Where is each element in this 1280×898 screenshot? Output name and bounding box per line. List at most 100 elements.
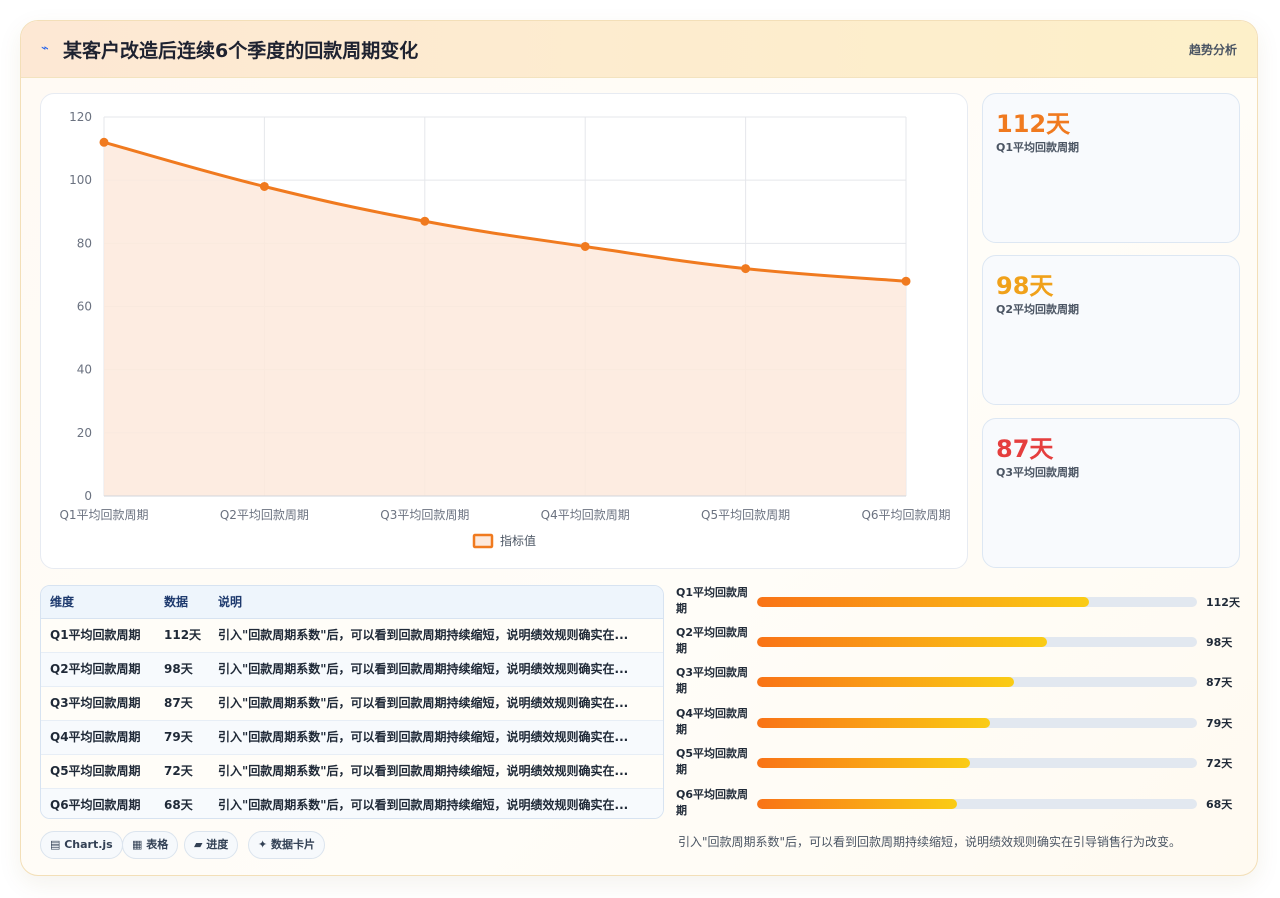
stat-card-q1: 112天 Q1平均回款周期: [982, 93, 1240, 243]
dimension-cell: Q6平均回款周期: [50, 798, 141, 812]
legend-label: 指标值: [500, 533, 536, 548]
progress-fill: [757, 799, 958, 809]
table-row[interactable]: Q1平均回款周期 112天 引入"回款周期系数"后，可以看到回款周期持续缩短，说…: [41, 619, 663, 653]
y-tick-label: 120: [69, 110, 92, 124]
y-tick-label: 0: [84, 489, 92, 503]
progress-row: Q6平均回款周期 68天: [676, 787, 1246, 823]
progress-track: [757, 799, 1197, 809]
table-row[interactable]: Q4平均回款周期 79天 引入"回款周期系数"后，可以看到回款周期持续缩短，说明…: [41, 721, 663, 755]
x-tick-label: Q2平均回款周期: [220, 508, 309, 522]
dashboard-card: ⌁ 某客户改造后连续6个季度的回款周期变化 趋势分析 0 20 40 60 80 100 1…: [20, 20, 1258, 876]
y-tick-label: 80: [77, 236, 92, 250]
column-header[interactable]: 维度: [50, 586, 160, 618]
dimension-cell: Q3平均回款周期: [50, 696, 141, 710]
progress-track: [757, 677, 1197, 687]
progress-fill: [757, 677, 1015, 687]
progress-track: [757, 597, 1197, 607]
header: ⌁ 某客户改造后连续6个季度的回款周期变化 趋势分析: [21, 21, 1257, 78]
data-table: 维度 数据 说明 Q1平均回款周期 112天 引入"回款周期系数"后，可以看到回…: [40, 585, 664, 819]
progress-row: Q1平均回款周期 112天: [676, 585, 1246, 621]
dimension-cell: Q1平均回款周期: [50, 628, 141, 642]
chip-data-card[interactable]: ✦ 数据卡片: [248, 831, 326, 859]
table-row[interactable]: Q5平均回款周期 72天 引入"回款周期系数"后，可以看到回款周期持续缩短，说明…: [41, 755, 663, 789]
chip-table[interactable]: ▦ 表格: [122, 831, 179, 859]
description-cell: 引入"回款周期系数"后，可以看到回款周期持续缩短，说明绩效规则确实在...: [218, 798, 629, 812]
chip-chartjs[interactable]: ▤ Chart.js: [40, 831, 123, 859]
legend-swatch: [472, 533, 494, 549]
column-header[interactable]: 说明: [218, 586, 648, 618]
stat-value: 87天: [996, 435, 1054, 463]
value-cell: 79天: [164, 730, 193, 744]
dimension-cell: Q5平均回款周期: [50, 764, 141, 778]
x-tick-label: Q3平均回款周期: [380, 508, 469, 522]
column-header[interactable]: 数据: [164, 586, 214, 618]
value-cell: 98天: [164, 662, 193, 676]
progress-bars: Q1平均回款周期 112天 Q2平均回款周期 98天 Q3平均回款周期 87天 …: [676, 585, 1246, 825]
progress-value: 112天: [1206, 596, 1240, 609]
stat-label: Q2平均回款周期: [996, 303, 1080, 316]
progress-fill: [757, 597, 1090, 607]
description-cell: 引入"回款周期系数"后，可以看到回款周期持续缩短，说明绩效规则确实在...: [218, 628, 629, 642]
stat-label: Q1平均回款周期: [996, 141, 1080, 154]
dimension-cell: Q2平均回款周期: [50, 662, 141, 676]
progress-row: Q3平均回款周期 87天: [676, 665, 1246, 701]
progress-value: 72天: [1206, 757, 1233, 770]
value-cell: 68天: [164, 798, 193, 812]
value-cell: 72天: [164, 764, 193, 778]
data-point: [99, 137, 109, 147]
line-chart: 0 20 40 60 80 100 120 Q1平均回款周期 Q2平均回款周期 Q3平均回款周期 Q…: [59, 110, 951, 549]
x-tick-label: Q6平均回款周期: [861, 508, 950, 522]
description-cell: 引入"回款周期系数"后，可以看到回款周期持续缩短，说明绩效规则确实在...: [218, 764, 629, 778]
y-tick-label: 40: [77, 363, 92, 377]
series-area: [104, 142, 906, 496]
description-cell: 引入"回款周期系数"后，可以看到回款周期持续缩短，说明绩效规则确实在...: [218, 696, 629, 710]
table-header: 维度 数据 说明: [41, 586, 663, 619]
data-point: [259, 181, 269, 191]
analysis-tag[interactable]: 趋势分析: [1189, 41, 1237, 58]
progress-label: Q2平均回款周期: [676, 626, 749, 655]
stat-card-q3: 87天 Q3平均回款周期: [982, 418, 1240, 568]
progress-value: 87天: [1206, 676, 1233, 689]
data-point: [580, 241, 590, 251]
progress-label: Q4平均回款周期: [676, 707, 749, 736]
progress-row: Q5平均回款周期 72天: [676, 746, 1246, 782]
table-row[interactable]: Q2平均回款周期 98天 引入"回款周期系数"后，可以看到回款周期持续缩短，说明…: [41, 653, 663, 687]
chart-icon: ⌁: [41, 41, 49, 56]
data-point: [901, 276, 911, 286]
x-tick-label: Q5平均回款周期: [701, 508, 790, 522]
progress-row: Q4平均回款周期 79天: [676, 706, 1246, 742]
data-point: [741, 264, 751, 274]
description-cell: 引入"回款周期系数"后，可以看到回款周期持续缩短，说明绩效规则确实在...: [218, 730, 629, 744]
progress-label: Q6平均回款周期: [676, 788, 749, 817]
description-cell: 引入"回款周期系数"后，可以看到回款周期持续缩短，说明绩效规则确实在...: [218, 662, 629, 676]
progress-fill: [757, 758, 971, 768]
stat-label: Q3平均回款周期: [996, 466, 1080, 479]
progress-track: [757, 718, 1197, 728]
progress-label: Q1平均回款周期: [676, 586, 749, 615]
stat-card-q2: 98天 Q2平均回款周期: [982, 255, 1240, 405]
stat-value: 98天: [996, 272, 1054, 300]
progress-value: 68天: [1206, 798, 1233, 811]
y-tick-label: 60: [77, 300, 92, 314]
dimension-cell: Q4平均回款周期: [50, 730, 141, 744]
progress-value: 98天: [1206, 636, 1233, 649]
x-tick-label: Q4平均回款周期: [541, 508, 630, 522]
table-row[interactable]: Q6平均回款周期 68天 引入"回款周期系数"后，可以看到回款周期持续缩短，说明…: [41, 789, 663, 818]
data-point: [420, 216, 430, 226]
progress-track: [757, 637, 1197, 647]
page-title: 某客户改造后连续6个季度的回款周期变化: [63, 40, 419, 62]
progress-fill: [757, 637, 1048, 647]
value-cell: 112天: [164, 628, 202, 642]
table-row[interactable]: Q3平均回款周期 87天 引入"回款周期系数"后，可以看到回款周期持续缩短，说明…: [41, 687, 663, 721]
progress-fill: [757, 718, 991, 728]
stat-value: 112天: [996, 110, 1071, 138]
chip-progress[interactable]: ▰ 进度: [184, 831, 239, 859]
progress-value: 79天: [1206, 717, 1233, 730]
progress-track: [757, 758, 1197, 768]
progress-row: Q2平均回款周期 98天: [676, 625, 1246, 661]
y-tick-label: 100: [69, 173, 92, 187]
summary-note: 引入"回款周期系数"后，可以看到回款周期持续缩短，说明绩效规则确实在引导销售行为…: [678, 835, 1182, 849]
progress-label: Q3平均回款周期: [676, 666, 749, 695]
progress-label: Q5平均回款周期: [676, 747, 749, 776]
line-chart-panel: 0 20 40 60 80 100 120 Q1平均回款周期 Q2平均回款周期 Q3平均回款周期 Q…: [40, 93, 968, 569]
